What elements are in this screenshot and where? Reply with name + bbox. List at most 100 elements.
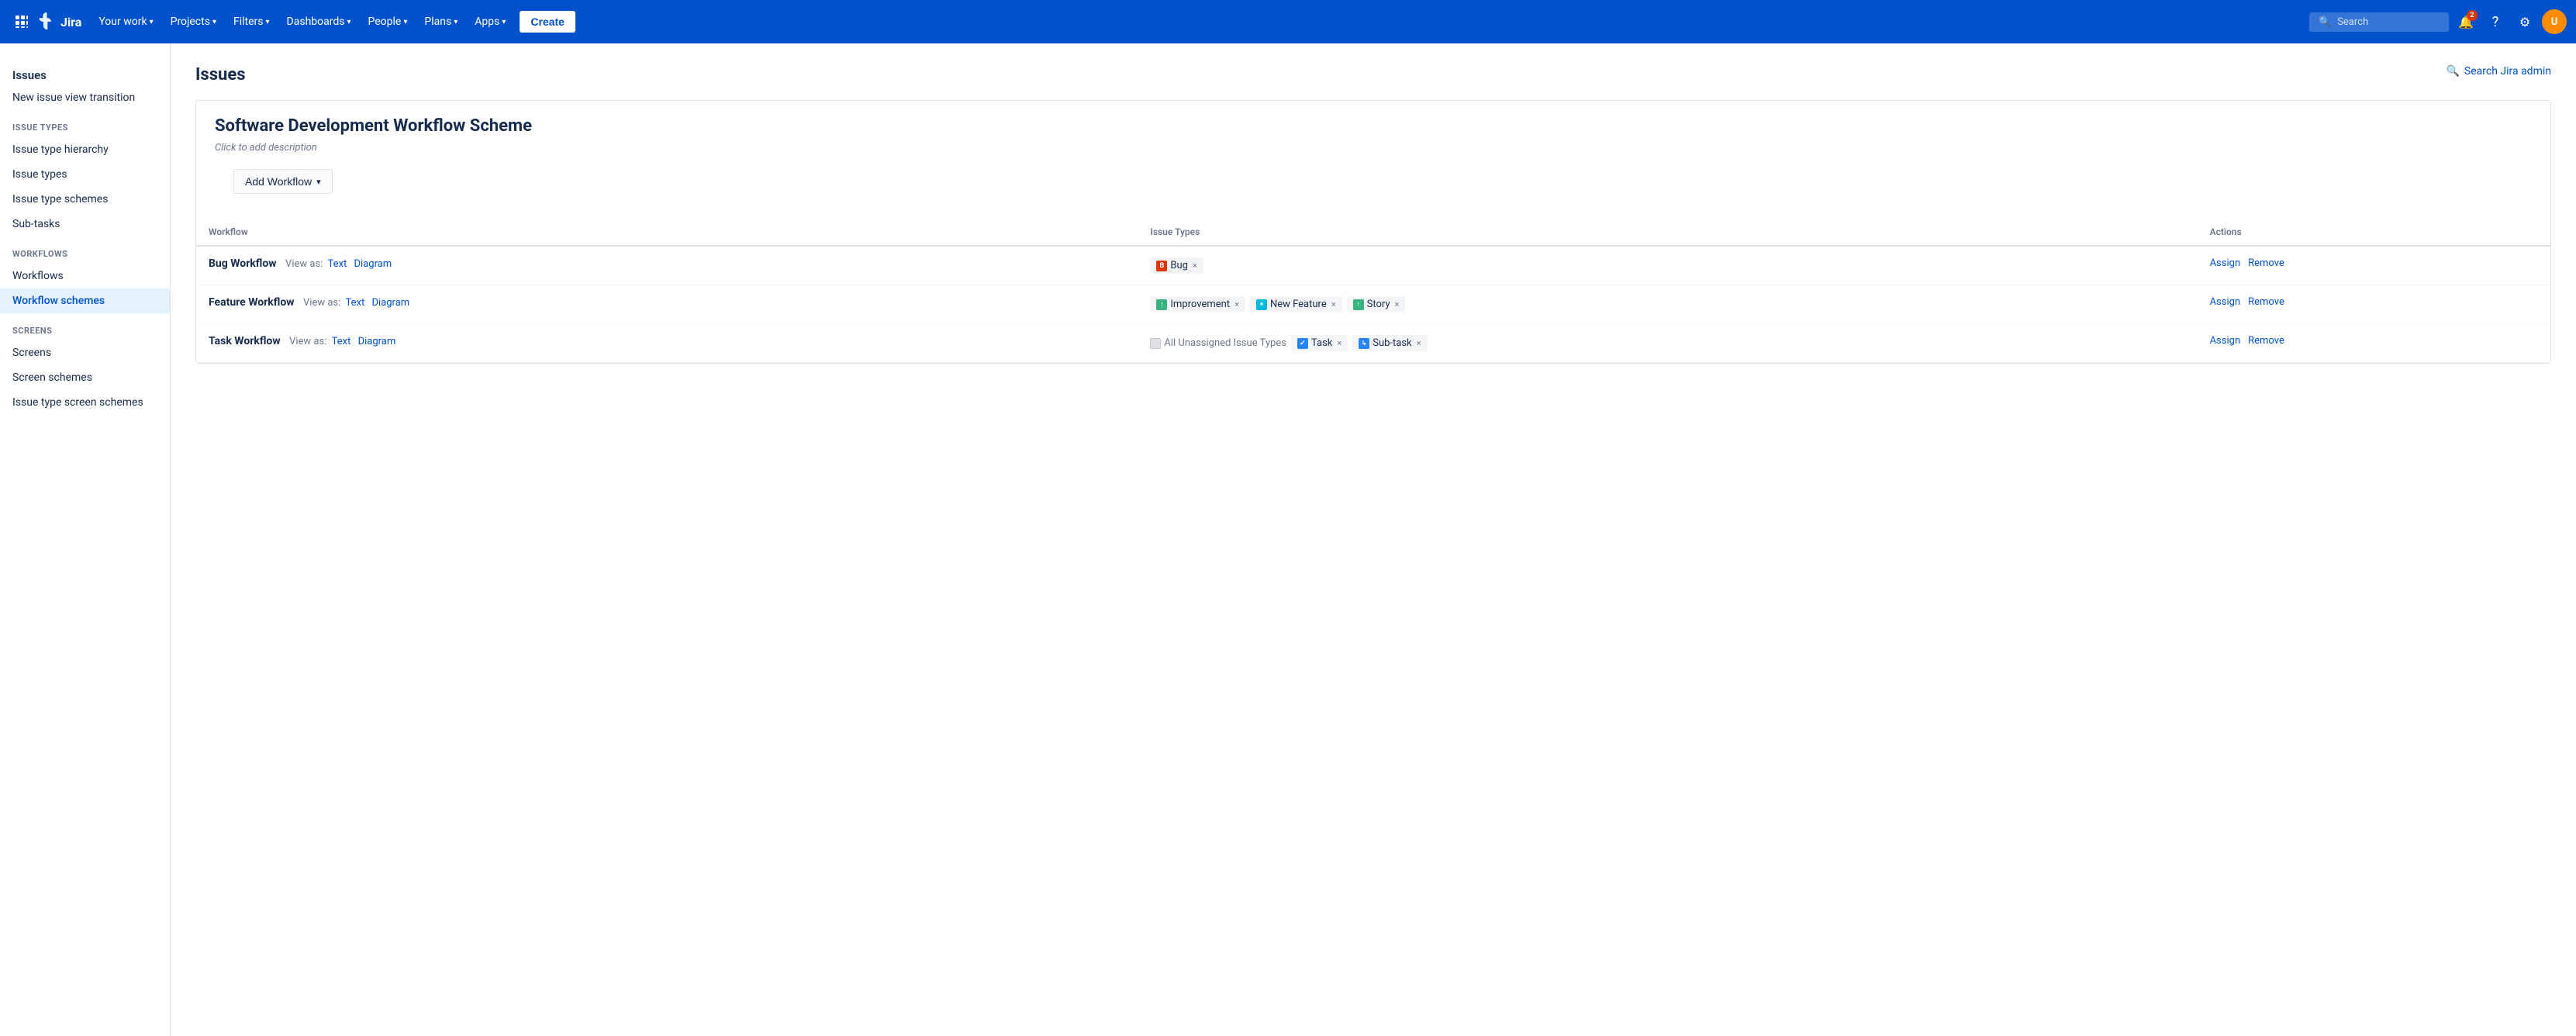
view-text-link-bug[interactable]: Text <box>328 258 347 270</box>
nav-people[interactable]: People ▾ <box>361 11 416 33</box>
chevron-down-icon: ▾ <box>150 18 154 26</box>
sidebar-item-workflow-schemes[interactable]: Workflow schemes <box>0 288 170 313</box>
table-header-row: Workflow Issue Types Actions <box>196 219 2550 246</box>
view-diagram-link-feature[interactable]: Diagram <box>371 297 409 309</box>
issue-tag-bug: B Bug × <box>1150 257 1203 274</box>
search-box[interactable]: 🔍 Search <box>2309 12 2449 32</box>
assign-link-bug[interactable]: Assign <box>2210 257 2241 269</box>
sidebar-item-screens[interactable]: Screens <box>0 340 170 365</box>
nav-dashboards[interactable]: Dashboards ▾ <box>279 11 359 33</box>
workflow-name-task: Task Workflow <box>209 335 281 347</box>
issue-tag-subtask: ↳ Sub-task × <box>1352 335 1427 351</box>
improvement-icon: ↑ <box>1156 299 1167 310</box>
sidebar-item-issue-types[interactable]: Issue types <box>0 162 170 187</box>
help-icon: ? <box>2492 14 2499 30</box>
chevron-down-icon: ▾ <box>403 18 407 26</box>
sidebar-item-workflows[interactable]: Workflows <box>0 264 170 288</box>
nav-filters[interactable]: Filters ▾ <box>226 11 278 33</box>
workflow-cell-feature: Feature Workflow View as: Text Diagram <box>196 285 1138 324</box>
unassigned-issue-types-tag: All Unassigned Issue Types <box>1150 335 1286 351</box>
issue-types-cell-bug: B Bug × <box>1138 246 2197 285</box>
issue-tag-improvement: ↑ Improvement × <box>1150 296 1245 313</box>
help-button[interactable]: ? <box>2483 9 2508 34</box>
actions-cell-feature: Assign Remove <box>2198 285 2550 324</box>
scheme-title: Software Development Workflow Scheme <box>196 101 2550 136</box>
topnav: Jira Your work ▾ Projects ▾ Filters ▾ Da… <box>0 0 2576 43</box>
view-text-link-feature[interactable]: Text <box>346 297 365 309</box>
action-links-task: Assign Remove <box>2210 335 2538 347</box>
issue-type-tags-feature: ↑ Improvement × + New Feature × <box>1150 296 2184 313</box>
story-icon: ↑ <box>1353 299 1364 310</box>
view-text-link-task[interactable]: Text <box>332 336 351 347</box>
assign-link-task[interactable]: Assign <box>2210 335 2241 347</box>
col-header-actions: Actions <box>2198 219 2550 246</box>
sidebar-section-workflows: WORKFLOWS <box>0 237 170 264</box>
jira-logo[interactable]: Jira <box>37 12 81 31</box>
task-icon: ✓ <box>1297 338 1308 349</box>
workflow-cell-task: Task Workflow View as: Text Diagram <box>196 324 1138 363</box>
sidebar-item-screen-schemes[interactable]: Screen schemes <box>0 365 170 390</box>
chevron-down-icon: ▾ <box>502 18 506 26</box>
table-row: Feature Workflow View as: Text Diagram ↑ <box>196 285 2550 324</box>
workflow-name-feature: Feature Workflow <box>209 296 295 309</box>
nav-apps[interactable]: Apps ▾ <box>467 11 513 33</box>
actions-cell-bug: Assign Remove <box>2198 246 2550 285</box>
sidebar-section-screens: SCREENS <box>0 313 170 340</box>
sidebar-item-issue-type-hierarchy[interactable]: Issue type hierarchy <box>0 137 170 162</box>
subtask-icon: ↳ <box>1359 338 1369 349</box>
remove-link-bug[interactable]: Remove <box>2248 257 2284 269</box>
scheme-card: Software Development Workflow Scheme Cli… <box>195 100 2551 364</box>
grid-icon[interactable] <box>9 9 34 34</box>
notifications-button[interactable]: 🔔 2 <box>2453 9 2478 34</box>
remove-link-task[interactable]: Remove <box>2248 335 2284 347</box>
nav-plans[interactable]: Plans ▾ <box>416 11 465 33</box>
remove-bug-tag[interactable]: × <box>1193 261 1197 271</box>
chevron-down-icon: ▾ <box>347 18 350 26</box>
add-workflow-button[interactable]: Add Workflow ▾ <box>233 169 333 194</box>
settings-button[interactable]: ⚙ <box>2512 9 2537 34</box>
remove-link-feature[interactable]: Remove <box>2248 296 2284 308</box>
sidebar-item-issue-type-screen-schemes[interactable]: Issue type screen schemes <box>0 390 170 415</box>
issue-tag-story: ↑ Story × <box>1347 296 1406 313</box>
sidebar-section-issue-types: ISSUE TYPES <box>0 110 170 137</box>
sidebar-heading: Issues <box>0 59 170 85</box>
table-row: Bug Workflow View as: Text Diagram B <box>196 246 2550 285</box>
issue-type-tags-bug: B Bug × <box>1150 257 2184 274</box>
assign-link-feature[interactable]: Assign <box>2210 296 2241 308</box>
view-as-feature: View as: Text Diagram <box>303 297 412 309</box>
table-row: Task Workflow View as: Text Diagram <box>196 324 2550 363</box>
nav-projects[interactable]: Projects ▾ <box>163 11 224 33</box>
issue-tag-new-feature: + New Feature × <box>1250 296 1342 313</box>
scheme-description[interactable]: Click to add description <box>196 142 2550 169</box>
avatar[interactable]: U <box>2542 9 2567 34</box>
sidebar-item-new-issue-view-transition[interactable]: New issue view transition <box>0 85 170 110</box>
layout: Issues New issue view transition ISSUE T… <box>0 43 2576 1036</box>
sidebar-item-sub-tasks[interactable]: Sub-tasks <box>0 212 170 237</box>
create-button[interactable]: Create <box>520 11 575 33</box>
action-links-bug: Assign Remove <box>2210 257 2538 269</box>
remove-story-tag[interactable]: × <box>1395 299 1400 309</box>
page-header-row: Issues 🔍 Search Jira admin <box>195 65 2551 85</box>
search-jira-admin-link[interactable]: 🔍 Search Jira admin <box>2446 65 2551 78</box>
sidebar-item-issue-type-schemes[interactable]: Issue type schemes <box>0 187 170 212</box>
view-as-task: View as: Text Diagram <box>289 336 398 347</box>
topnav-navigation: Your work ▾ Projects ▾ Filters ▾ Dashboa… <box>91 11 2306 33</box>
nav-your-work[interactable]: Your work ▾ <box>91 11 161 33</box>
col-header-issue-types: Issue Types <box>1138 219 2197 246</box>
remove-subtask-tag[interactable]: × <box>1417 338 1421 348</box>
sidebar: Issues New issue view transition ISSUE T… <box>0 43 171 1036</box>
view-diagram-link-task[interactable]: Diagram <box>358 336 396 347</box>
chevron-down-icon: ▾ <box>316 177 321 187</box>
remove-new-feature-tag[interactable]: × <box>1331 299 1336 309</box>
col-header-workflow: Workflow <box>196 219 1138 246</box>
remove-improvement-tag[interactable]: × <box>1234 299 1239 309</box>
view-as-bug: View as: Text Diagram <box>285 258 394 270</box>
remove-task-tag[interactable]: × <box>1337 338 1342 348</box>
view-diagram-link-bug[interactable]: Diagram <box>354 258 392 270</box>
page-title: Issues <box>195 65 246 85</box>
unassigned-icon <box>1150 338 1161 349</box>
add-workflow-container: Add Workflow ▾ <box>196 169 2550 206</box>
chevron-down-icon: ▾ <box>454 18 458 26</box>
search-icon: 🔍 <box>2319 16 2331 28</box>
issue-types-cell-task: All Unassigned Issue Types ✓ Task × ↳ Su… <box>1138 324 2197 363</box>
